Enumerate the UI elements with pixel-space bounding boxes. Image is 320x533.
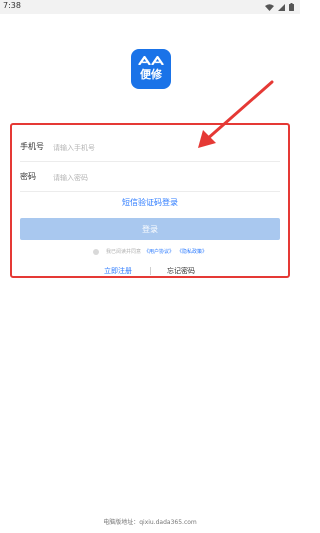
footer-site-address: 电脑版地址：qixiu.dada365.com xyxy=(103,519,197,526)
annotation-arrow-icon xyxy=(198,80,274,148)
